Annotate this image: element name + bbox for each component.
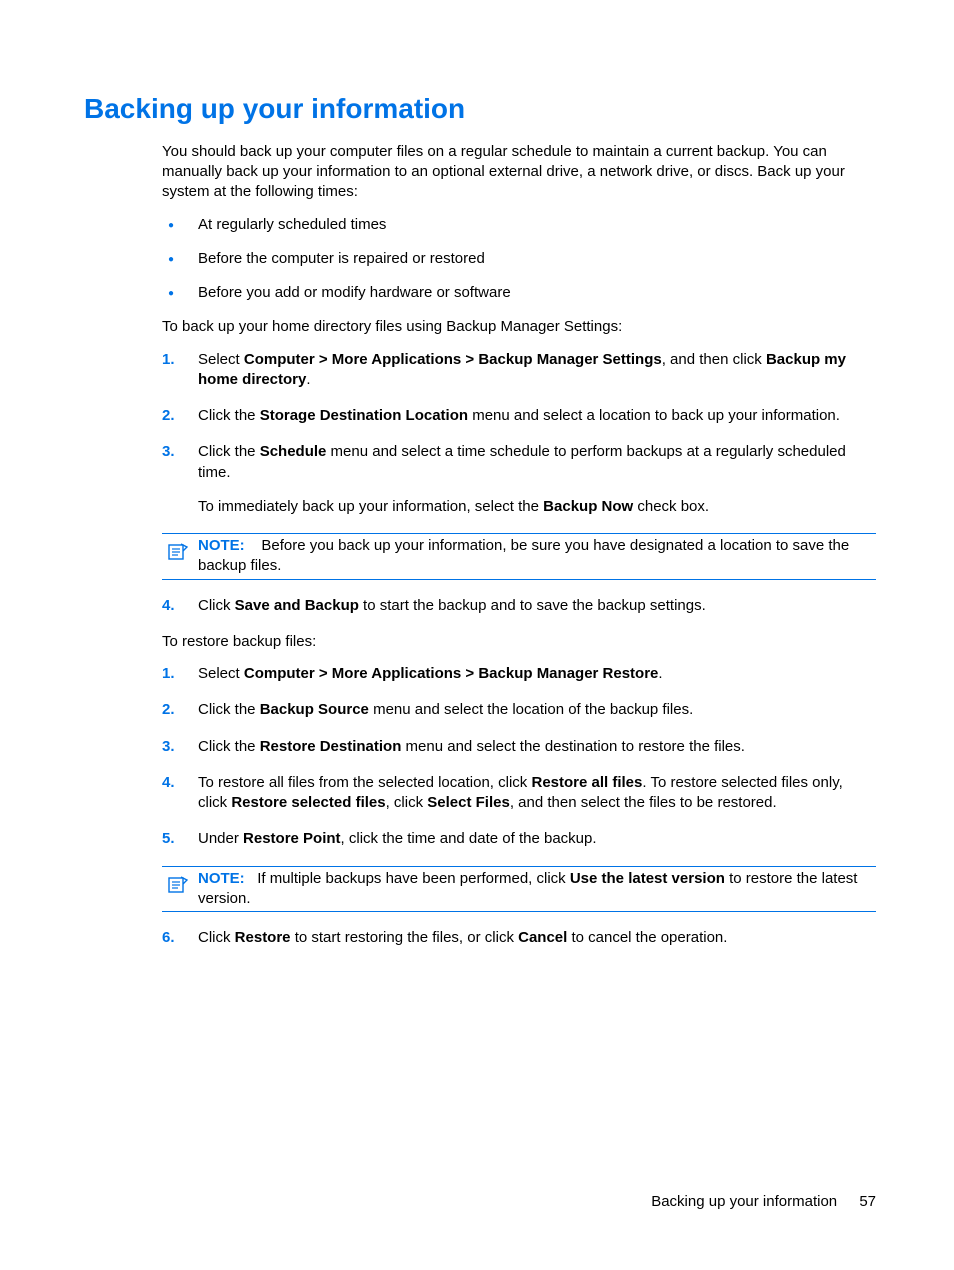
text: Select: [198, 665, 244, 682]
text: check box.: [633, 498, 709, 515]
backup-times-list: At regularly scheduled times Before the …: [162, 215, 876, 304]
bold-text: Restore: [235, 929, 291, 946]
text: To immediately back up your information,…: [198, 498, 543, 515]
step-item: Click the Storage Destination Location m…: [162, 406, 876, 426]
bold-text: Restore Point: [243, 830, 341, 847]
page-number: 57: [859, 1193, 876, 1210]
intro-paragraph: You should back up your computer files o…: [162, 142, 876, 203]
text: menu and select the destination to resto…: [401, 738, 745, 755]
text: , click: [386, 794, 428, 811]
text: Under: [198, 830, 243, 847]
note-icon: [168, 542, 188, 560]
text: Click the: [198, 407, 260, 424]
note-text: [245, 870, 258, 887]
note-text: Before you back up your information, be …: [198, 537, 849, 574]
note-callout: NOTE: Before you back up your informatio…: [162, 533, 876, 580]
bold-text: Use the latest version: [570, 870, 725, 887]
text: To restore all files from the selected l…: [198, 774, 531, 791]
bold-text: Backup Now: [543, 498, 633, 515]
step-item: Under Restore Point, click the time and …: [162, 829, 876, 849]
document-page: Backing up your information You should b…: [0, 0, 954, 948]
note-icon: [168, 875, 188, 893]
step-item: To restore all files from the selected l…: [162, 773, 876, 814]
step-item: Select Computer > More Applications > Ba…: [162, 350, 876, 391]
text: .: [306, 371, 310, 388]
step-item: Click the Backup Source menu and select …: [162, 700, 876, 720]
restore-lead: To restore backup files:: [162, 632, 876, 652]
content-body: You should back up your computer files o…: [162, 142, 876, 949]
text: , click the time and date of the backup.: [341, 830, 597, 847]
bold-text: Schedule: [260, 443, 327, 460]
bold-text: Cancel: [518, 929, 567, 946]
step-item: Click the Schedule menu and select a tim…: [162, 442, 876, 517]
text: Click: [198, 929, 235, 946]
backup-lead: To back up your home directory files usi…: [162, 317, 876, 337]
note-text: [249, 537, 262, 554]
note-callout: NOTE: If multiple backups have been perf…: [162, 866, 876, 913]
backup-steps-cont: Click Save and Backup to start the backu…: [162, 596, 876, 616]
footer-title: Backing up your information: [651, 1193, 837, 1210]
bold-text: Select Files: [427, 794, 510, 811]
bold-text: Restore all files: [531, 774, 642, 791]
page-footer: Backing up your information 57: [651, 1192, 876, 1212]
text: .: [658, 665, 662, 682]
text: menu and select a location to back up yo…: [468, 407, 840, 424]
bold-text: Computer > More Applications > Backup Ma…: [244, 351, 662, 368]
step-item: Click the Restore Destination menu and s…: [162, 737, 876, 757]
text: to start the backup and to save the back…: [359, 597, 706, 614]
bold-text: Save and Backup: [235, 597, 359, 614]
text: , and then select the files to be restor…: [510, 794, 777, 811]
text: Click the: [198, 443, 260, 460]
restore-steps-cont: Click Restore to start restoring the fil…: [162, 928, 876, 948]
bold-text: Backup Source: [260, 701, 369, 718]
text: Click the: [198, 701, 260, 718]
bold-text: Storage Destination Location: [260, 407, 468, 424]
text: Select: [198, 351, 244, 368]
text: to cancel the operation.: [567, 929, 727, 946]
bold-text: Restore selected files: [231, 794, 385, 811]
text: Click: [198, 597, 235, 614]
text: , and then click: [662, 351, 766, 368]
list-item: Before you add or modify hardware or sof…: [162, 283, 876, 303]
text: to start restoring the files, or click: [291, 929, 519, 946]
backup-steps: Select Computer > More Applications > Ba…: [162, 350, 876, 518]
list-item: At regularly scheduled times: [162, 215, 876, 235]
text: Click the: [198, 738, 260, 755]
sub-paragraph: To immediately back up your information,…: [198, 497, 876, 517]
page-title: Backing up your information: [84, 90, 876, 128]
note-label: NOTE:: [198, 537, 245, 554]
restore-steps: Select Computer > More Applications > Ba…: [162, 664, 876, 850]
bold-text: Restore Destination: [260, 738, 402, 755]
step-item: Click Restore to start restoring the fil…: [162, 928, 876, 948]
note-text: If multiple backups have been performed,…: [257, 870, 570, 887]
note-label: NOTE:: [198, 870, 245, 887]
list-item: Before the computer is repaired or resto…: [162, 249, 876, 269]
step-item: Click Save and Backup to start the backu…: [162, 596, 876, 616]
text: menu and select the location of the back…: [369, 701, 693, 718]
step-item: Select Computer > More Applications > Ba…: [162, 664, 876, 684]
bold-text: Computer > More Applications > Backup Ma…: [244, 665, 659, 682]
